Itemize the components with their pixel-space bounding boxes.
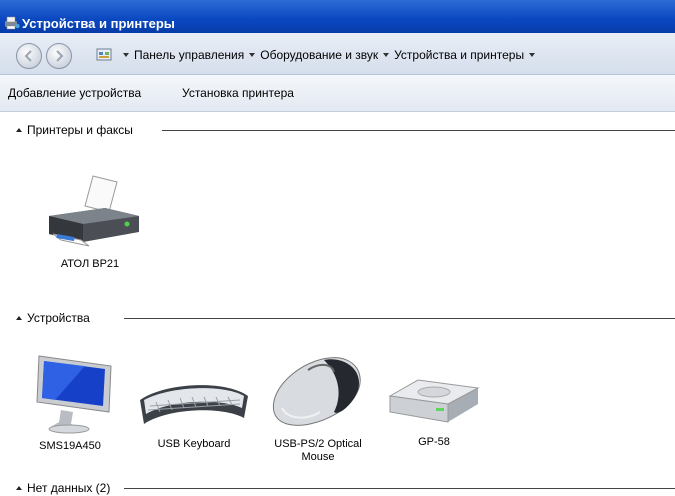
- keyboard-icon: [140, 385, 248, 424]
- breadcrumb-separator-icon[interactable]: [249, 53, 256, 57]
- mouse-icon: [272, 357, 361, 426]
- group-header-devices[interactable]: Устройства: [16, 310, 90, 326]
- collapse-icon[interactable]: [16, 486, 22, 490]
- group-divider: [124, 318, 675, 319]
- title-bar[interactable]: Устройства и принтеры: [0, 0, 675, 33]
- device-label: АТОЛ BP21: [60, 258, 120, 270]
- control-panel-icon: [96, 48, 112, 61]
- breadcrumb-control-panel[interactable]: Панель управления: [134, 48, 244, 62]
- command-bar: Добавление устройства Установка принтера: [0, 75, 675, 112]
- forward-button[interactable]: [46, 43, 72, 69]
- device-label: SMS19A450: [39, 440, 101, 452]
- monitor-icon: [36, 355, 112, 434]
- group-title: Устройства: [27, 311, 90, 325]
- device-atol-printer[interactable]: АТОЛ BP21: [30, 172, 150, 271]
- device-gp58[interactable]: GP-58: [384, 370, 484, 449]
- group-title: Принтеры и факсы: [27, 123, 133, 137]
- back-arrow-icon: [24, 50, 32, 62]
- breadcrumb-devices-printers[interactable]: Устройства и принтеры: [394, 48, 524, 62]
- drive-icon: [388, 379, 480, 423]
- install-printer-button[interactable]: Установка принтера: [182, 86, 294, 100]
- group-divider: [162, 130, 675, 131]
- address-bar: Панель управления Оборудование и звук Ус…: [0, 33, 675, 75]
- group-header-unspecified[interactable]: Нет данных (2): [16, 480, 110, 496]
- breadcrumb-separator-icon[interactable]: [123, 53, 129, 57]
- devices-printers-icon: [5, 16, 20, 30]
- collapse-icon[interactable]: [16, 128, 22, 132]
- add-device-button[interactable]: Добавление устройства: [8, 86, 141, 100]
- breadcrumb-hardware-sound[interactable]: Оборудование и звук: [260, 48, 378, 62]
- device-label: USB Keyboard: [157, 438, 231, 450]
- device-list: Принтеры и факсы АТОЛ BP21 Устройства SM…: [0, 112, 675, 495]
- breadcrumb[interactable]: Панель управления Оборудование и звук Ус…: [90, 43, 675, 67]
- device-label: USB-PS/2 Optical Mouse: [274, 438, 362, 463]
- group-title: Нет данных (2): [27, 481, 111, 495]
- group-divider: [124, 488, 675, 489]
- device-mouse[interactable]: USB-PS/2 Optical Mouse: [262, 346, 374, 464]
- back-button[interactable]: [16, 43, 42, 69]
- device-monitor[interactable]: SMS19A450: [18, 350, 122, 453]
- group-header-printers[interactable]: Принтеры и факсы: [16, 122, 133, 138]
- breadcrumb-separator-icon[interactable]: [383, 53, 390, 57]
- printer-icon: [49, 175, 139, 247]
- device-label: GP-58: [418, 436, 450, 448]
- device-keyboard[interactable]: USB Keyboard: [132, 362, 256, 451]
- breadcrumb-separator-icon[interactable]: [529, 53, 536, 57]
- forward-arrow-icon: [56, 50, 64, 62]
- collapse-icon[interactable]: [16, 316, 22, 320]
- window-title: Устройства и принтеры: [22, 16, 175, 31]
